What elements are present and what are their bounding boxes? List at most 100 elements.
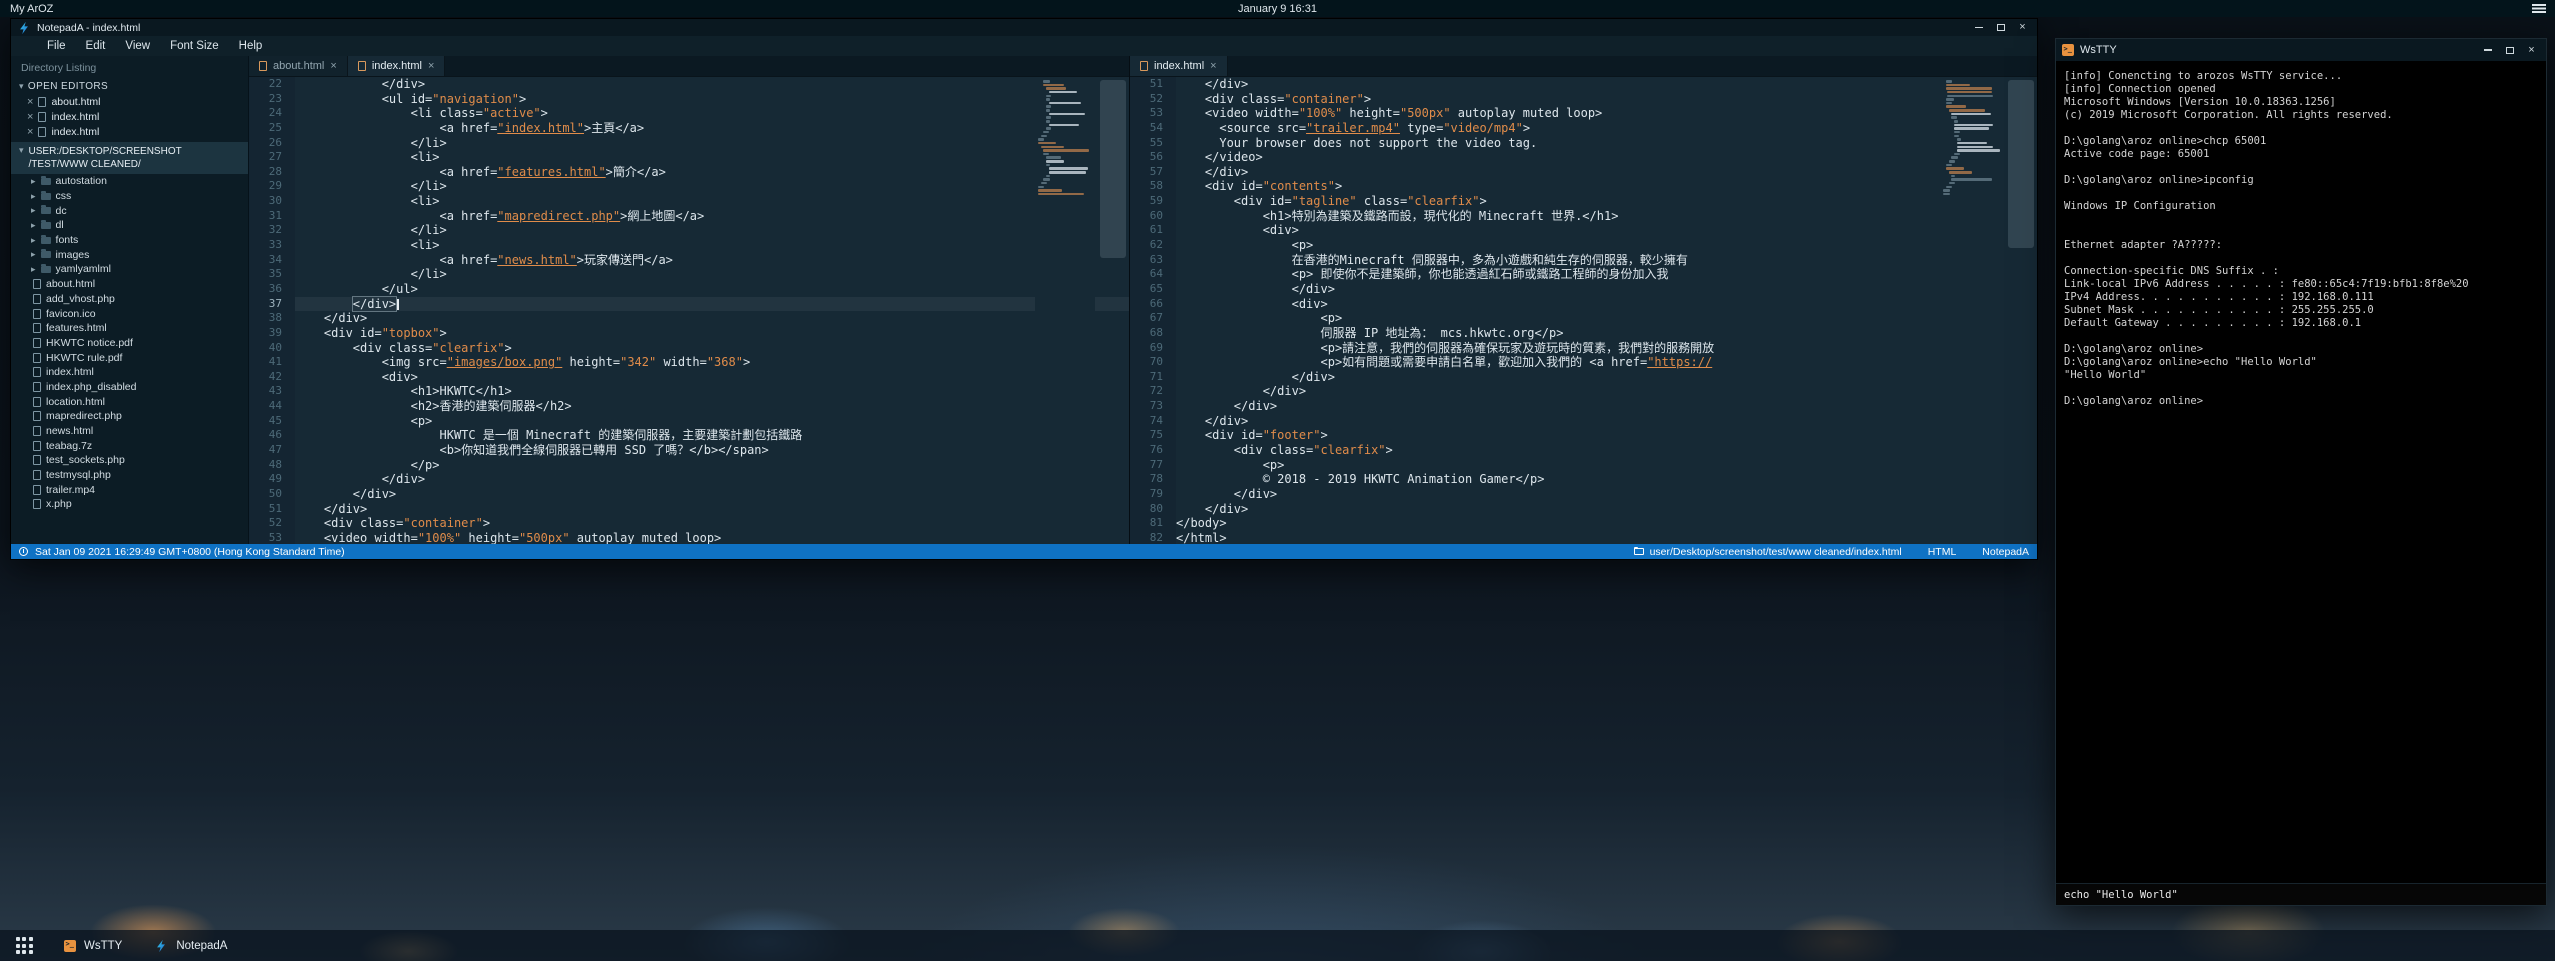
notepad-titlebar[interactable]: NotepadA - index.html × — [11, 19, 2037, 36]
minimize-button[interactable] — [1970, 21, 1987, 34]
code-line-43[interactable]: 43 <h1>HKWTC</h1> — [249, 384, 1129, 399]
tree-folder[interactable]: ▸css — [11, 189, 248, 204]
wstty-titlebar[interactable]: WsTTY × — [2056, 39, 2546, 61]
code-line-78[interactable]: 78 © 2018 - 2019 HKWTC Animation Gamer</… — [1130, 472, 2037, 487]
tree-file[interactable]: add_vhost.php — [11, 292, 248, 307]
tree-file[interactable]: location.html — [11, 394, 248, 409]
code-line-31[interactable]: 31 <a href="mapredirect.php">網上地圖</a> — [249, 209, 1129, 224]
tree-file[interactable]: trailer.mp4 — [11, 482, 248, 497]
code-line-75[interactable]: 75 <div id="footer"> — [1130, 428, 2037, 443]
code-line-60[interactable]: 60 <h1>特別為建築及鐵路而設，現代化的 Minecraft 世界.</h1… — [1130, 209, 2037, 224]
code-line-73[interactable]: 73 </div> — [1130, 399, 2037, 414]
hamburger-menu-icon[interactable] — [2532, 4, 2546, 13]
code-line-44[interactable]: 44 <h2>香港的建築伺服器</h2> — [249, 399, 1129, 414]
code-line-80[interactable]: 80 </div> — [1130, 502, 2037, 517]
menu-file[interactable]: File — [37, 40, 76, 52]
code-line-25[interactable]: 25 <a href="index.html">主頁</a> — [249, 121, 1129, 136]
code-line-38[interactable]: 38 </div> — [249, 311, 1129, 326]
code-line-49[interactable]: 49 </div> — [249, 472, 1129, 487]
code-line-51[interactable]: 51 </div> — [1130, 77, 2037, 92]
workspace-header[interactable]: ▾ USER:/DESKTOP/SCREENSHOT /TEST/WWW CLE… — [11, 142, 248, 174]
app-launcher-button[interactable] — [10, 933, 38, 959]
system-brand[interactable]: My ArOZ — [10, 3, 53, 15]
tree-file[interactable]: news.html — [11, 424, 248, 439]
close-button[interactable]: × — [2523, 44, 2540, 57]
code-line-76[interactable]: 76 <div class="clearfix"> — [1130, 443, 2037, 458]
code-line-72[interactable]: 72 </div> — [1130, 384, 2037, 399]
code-line-33[interactable]: 33 <li> — [249, 238, 1129, 253]
code-line-55[interactable]: 55 Your browser does not support the vid… — [1130, 136, 2037, 151]
code-line-79[interactable]: 79 </div> — [1130, 487, 2037, 502]
code-line-68[interactable]: 68 伺服器 IP 地址為： mcs.hkwtc.org</p> — [1130, 326, 2037, 341]
close-tab-icon[interactable]: × — [330, 60, 336, 72]
code-line-56[interactable]: 56 </video> — [1130, 150, 2037, 165]
maximize-button[interactable] — [2501, 44, 2518, 57]
close-tab-icon[interactable]: × — [1210, 60, 1216, 72]
taskbar-item-wstty[interactable]: WsTTY — [48, 930, 138, 961]
tree-file[interactable]: HKWTC rule.pdf — [11, 350, 248, 365]
code-line-47[interactable]: 47 <b>你知道我們全線伺服器已轉用 SSD 了嗎？</b></span> — [249, 443, 1129, 458]
tree-file[interactable]: mapredirect.php — [11, 409, 248, 424]
code-line-42[interactable]: 42 <div> — [249, 370, 1129, 385]
close-editor-icon[interactable]: × — [27, 111, 33, 123]
code-line-53[interactable]: 53 <video width="100%" height="500px" au… — [249, 531, 1129, 544]
maximize-button[interactable] — [1992, 21, 2009, 34]
tab-index-html[interactable]: index.html× — [1130, 56, 1228, 76]
menu-edit[interactable]: Edit — [76, 40, 116, 52]
code-line-63[interactable]: 63 在香港的Minecraft 伺服器中，多為小遊戲和純生存的伺服器，較少擁有 — [1130, 253, 2037, 268]
code-line-22[interactable]: 22 </div> — [249, 77, 1129, 92]
tree-file[interactable]: testmysql.php — [11, 468, 248, 483]
code-line-62[interactable]: 62 <p> — [1130, 238, 2037, 253]
scrollbar-thumb[interactable] — [2008, 80, 2034, 248]
tree-file[interactable]: about.html — [11, 277, 248, 292]
code-line-66[interactable]: 66 <div> — [1130, 297, 2037, 312]
code-line-51[interactable]: 51 </div> — [249, 502, 1129, 517]
menu-view[interactable]: View — [115, 40, 160, 52]
code-line-65[interactable]: 65 </div> — [1130, 282, 2037, 297]
tree-file[interactable]: index.php_disabled — [11, 380, 248, 395]
open-editor-item[interactable]: ×about.html — [11, 94, 248, 109]
code-line-58[interactable]: 58 <div id="contents"> — [1130, 179, 2037, 194]
open-editors-section[interactable]: ▾ OPEN EDITORS — [11, 79, 248, 94]
code-line-27[interactable]: 27 <li> — [249, 150, 1129, 165]
code-line-29[interactable]: 29 </li> — [249, 179, 1129, 194]
code-line-81[interactable]: 81</body> — [1130, 516, 2037, 531]
tree-folder[interactable]: ▸images — [11, 247, 248, 262]
code-line-67[interactable]: 67 <p> — [1130, 311, 2037, 326]
tree-folder[interactable]: ▸autostation — [11, 174, 248, 189]
tree-file[interactable]: index.html — [11, 365, 248, 380]
tree-file[interactable]: HKWTC notice.pdf — [11, 336, 248, 351]
code-line-64[interactable]: 64 <p> 即使你不是建築師，你也能透過紅石師或鐵路工程師的身份加入我 — [1130, 267, 2037, 282]
code-line-34[interactable]: 34 <a href="news.html">玩家傳送門</a> — [249, 253, 1129, 268]
tab-index-html[interactable]: index.html× — [348, 56, 446, 76]
code-line-52[interactable]: 52 <div class="container"> — [1130, 92, 2037, 107]
tree-file[interactable]: teabag.7z — [11, 438, 248, 453]
close-editor-icon[interactable]: × — [27, 126, 33, 138]
code-line-46[interactable]: 46 HKWTC 是一個 Minecraft 的建築伺服器，主要建築計劃包括鐵路 — [249, 428, 1129, 443]
code-line-71[interactable]: 71 </div> — [1130, 370, 2037, 385]
tab-about-html[interactable]: about.html× — [249, 56, 348, 76]
code-line-45[interactable]: 45 <p> — [249, 414, 1129, 429]
code-line-61[interactable]: 61 <div> — [1130, 223, 2037, 238]
code-editor-right[interactable]: 51 </div>52 <div class="container">53 <v… — [1130, 77, 2037, 544]
code-line-24[interactable]: 24 <li class="active"> — [249, 106, 1129, 121]
terminal-output[interactable]: [info] Conencting to arozos WsTTY servic… — [2056, 61, 2546, 883]
close-button[interactable]: × — [2014, 21, 2031, 34]
menu-help[interactable]: Help — [229, 40, 273, 52]
statusbar-language-mode[interactable]: HTML — [1928, 546, 1957, 558]
code-line-26[interactable]: 26 </li> — [249, 136, 1129, 151]
tree-file[interactable]: x.php — [11, 497, 248, 512]
tree-folder[interactable]: ▸fonts — [11, 233, 248, 248]
tree-folder[interactable]: ▸dl — [11, 218, 248, 233]
code-line-74[interactable]: 74 </div> — [1130, 414, 2037, 429]
code-line-70[interactable]: 70 <p>如有問題或需要申請白名單，歡迎加入我們的 <a href="http… — [1130, 355, 2037, 370]
tree-folder[interactable]: ▸yamlyamlml — [11, 262, 248, 277]
code-line-23[interactable]: 23 <ul id="navigation"> — [249, 92, 1129, 107]
open-editor-item[interactable]: ×index.html — [11, 124, 248, 139]
code-line-35[interactable]: 35 </li> — [249, 267, 1129, 282]
code-line-69[interactable]: 69 <p>請注意，我們的伺服器為確保玩家及遊玩時的質素，我們對的服務開放 — [1130, 341, 2037, 356]
code-line-36[interactable]: 36 </ul> — [249, 282, 1129, 297]
code-line-54[interactable]: 54 <source src="trailer.mp4" type="video… — [1130, 121, 2037, 136]
tree-folder[interactable]: ▸dc — [11, 203, 248, 218]
taskbar-item-notepada[interactable]: NotepadA — [138, 930, 243, 961]
